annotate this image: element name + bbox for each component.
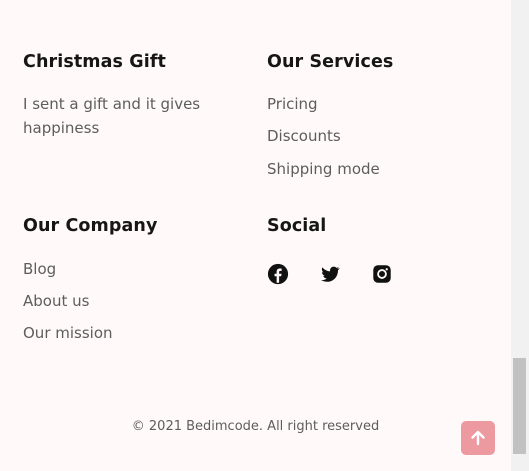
gift-section: Christmas Gift I sent a gift and it give… — [23, 52, 233, 140]
company-section: Our Company Blog About us Our mission — [23, 216, 243, 356]
link-shipping-mode[interactable]: Shipping mode — [267, 160, 380, 178]
link-about-us[interactable]: About us — [23, 292, 89, 310]
arrow-up-icon — [471, 430, 485, 446]
facebook-icon[interactable] — [267, 263, 289, 285]
company-title: Our Company — [23, 216, 158, 236]
scrollbar-thumb[interactable] — [513, 358, 526, 454]
gift-title: Christmas Gift — [23, 52, 167, 72]
scrollbar[interactable] — [511, 0, 529, 471]
services-title: Our Services — [267, 52, 394, 72]
social-title: Social — [267, 216, 327, 236]
link-our-mission[interactable]: Our mission — [23, 324, 113, 342]
twitter-icon[interactable] — [319, 263, 341, 285]
scroll-top-button[interactable] — [461, 421, 495, 455]
social-icons — [267, 263, 423, 285]
instagram-icon[interactable] — [371, 263, 393, 285]
copyright: © 2021 Bedimcode. All right reserved — [131, 419, 380, 434]
footer: Christmas Gift I sent a gift and it give… — [0, 0, 511, 471]
link-pricing[interactable]: Pricing — [267, 95, 318, 113]
link-discounts[interactable]: Discounts — [267, 127, 341, 145]
social-section: Social — [267, 216, 487, 296]
gift-text: I sent a gift and it gives happiness — [23, 95, 201, 137]
link-blog[interactable]: Blog — [23, 260, 56, 278]
services-section: Our Services Pricing Discounts Shipping … — [267, 52, 487, 192]
